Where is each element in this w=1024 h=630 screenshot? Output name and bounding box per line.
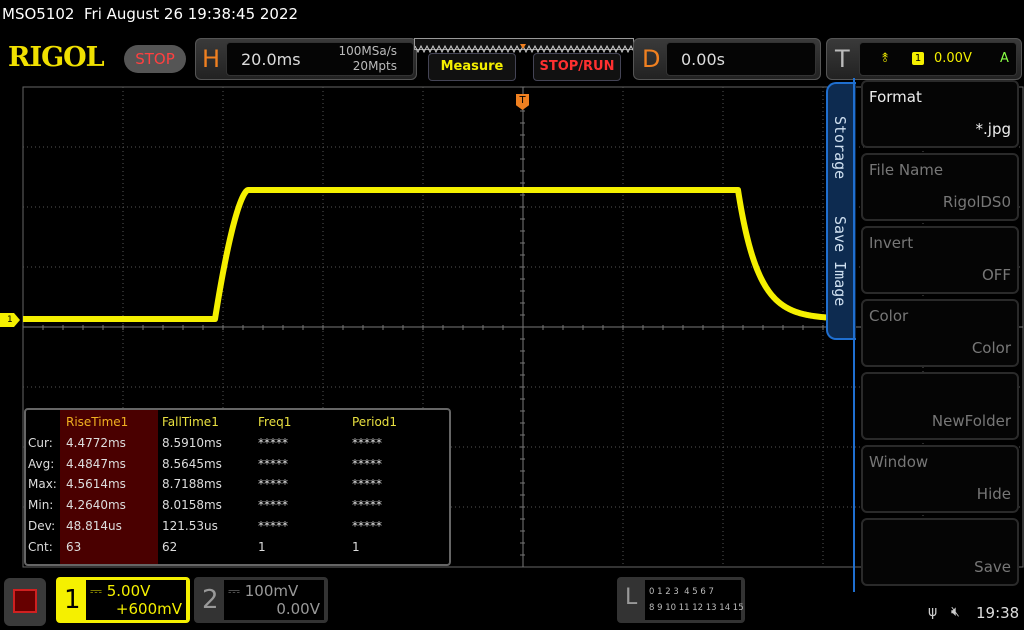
menu-item-value: Save [974, 558, 1011, 576]
menu-item-value: RigolDS0 [942, 193, 1011, 211]
tab-storage[interactable]: Storage [831, 116, 849, 179]
measurement-value: ***** [352, 519, 382, 533]
measurement-value: 121.53us [162, 519, 218, 533]
usb-icon: ψ [928, 604, 938, 620]
row-label: Avg: [28, 457, 55, 471]
row-label: Cur: [28, 436, 53, 450]
menu-item-color[interactable]: Color Color [861, 299, 1019, 367]
speaker-muted-icon[interactable]: 🔇︎ [951, 604, 960, 620]
ch1-number: 1 [64, 585, 81, 615]
row-label: Dev: [28, 519, 56, 533]
menu-item-value: Color [971, 339, 1011, 357]
menu-item-label: File Name [869, 161, 944, 179]
ch2-scale: ⎓ 100mV [228, 582, 299, 600]
menu-item-value: Hide [976, 485, 1011, 503]
logic-analyzer-settings[interactable]: L 0 1 2 3 4 5 6 7 8 9 10 11 12 13 14 15 [617, 577, 745, 623]
logic-channels-row1: 0 1 2 3 4 5 6 7 [649, 587, 714, 597]
row-label: Max: [28, 477, 57, 491]
ch2-settings[interactable]: 2 ⎓ 100mV 0.00V [194, 577, 328, 623]
menu-item-label: Window [869, 453, 929, 471]
menu-item-value: *.jpg [975, 120, 1011, 138]
ch2-number: 2 [202, 585, 219, 615]
menu-tabs: Storage Save Image [826, 82, 856, 340]
logic-label: L [625, 585, 638, 610]
menu-item-value: NewFolder [931, 412, 1011, 430]
measurement-value: 8.5645ms [162, 457, 222, 471]
measurement-value: ***** [258, 477, 288, 491]
dc-coupling-icon: ⎓ [90, 582, 107, 600]
row-label: Cnt: [28, 540, 53, 554]
menu-item-value: OFF [981, 266, 1011, 284]
menu-item-save[interactable]: Save [861, 518, 1019, 586]
measurement-value: ***** [258, 436, 288, 450]
measurement-value: 8.0158ms [162, 498, 222, 512]
menu-item-invert[interactable]: Invert OFF [861, 226, 1019, 294]
menu-item-label: Invert [869, 234, 914, 252]
logic-channels-row2: 8 9 10 11 12 13 14 15 [649, 603, 744, 613]
measurement-value: 4.2640ms [66, 498, 126, 512]
dc-coupling-icon: ⎓ [228, 582, 245, 600]
measurement-value: ***** [258, 519, 288, 533]
menu-item-format[interactable]: Format *.jpg [861, 80, 1019, 148]
measurement-value: 4.4772ms [66, 436, 126, 450]
measurement-value: 63 [66, 540, 82, 554]
menu-item-label: Color [869, 307, 909, 325]
channel1-trace [23, 187, 830, 322]
column-header[interactable]: Period1 [352, 415, 397, 429]
ch2-offset: 0.00V [276, 600, 320, 618]
menu-item-file-name[interactable]: File Name RigolDS0 [861, 153, 1019, 221]
menu-item-label: Format [869, 88, 922, 106]
clock: 19:38 [976, 604, 1020, 622]
measurement-value: 4.5614ms [66, 477, 126, 491]
column-header[interactable]: FallTime1 [162, 415, 219, 429]
tab-save-image[interactable]: Save Image [831, 216, 849, 306]
column-header[interactable]: RiseTime1 [66, 415, 128, 429]
row-label: Min: [28, 498, 54, 512]
column-header[interactable]: Freq1 [258, 415, 291, 429]
measurement-value: ***** [352, 477, 382, 491]
measurement-table: Cur: Avg: Max: Min: Dev: Cnt: RiseTime1 4.4772m… [24, 408, 451, 566]
ch1-scale: ⎓ 5.00V [90, 582, 151, 600]
menu-item-window[interactable]: Window Hide [861, 445, 1019, 513]
measurement-value: 62 [162, 540, 178, 554]
measurement-value: 1 [258, 540, 266, 554]
ch1-settings[interactable]: 1 ⎓ 5.00V +600mV [56, 577, 190, 623]
measurement-value: 8.7188ms [162, 477, 222, 491]
measurement-value: ***** [352, 498, 382, 512]
ch1-offset: +600mV [115, 600, 182, 618]
measurement-value: ***** [352, 436, 382, 450]
measurement-value: ***** [258, 457, 288, 471]
measurement-value: 8.5910ms [162, 436, 222, 450]
measurement-value: ***** [352, 457, 382, 471]
menu-border [853, 78, 855, 592]
menu-item-newfolder[interactable]: NewFolder [861, 372, 1019, 440]
measurement-value: ***** [258, 498, 288, 512]
measurement-value: 4.4847ms [66, 457, 126, 471]
app-menu-button[interactable] [4, 578, 46, 626]
measurement-value: 48.814us [66, 519, 122, 533]
measurement-value: 1 [352, 540, 360, 554]
